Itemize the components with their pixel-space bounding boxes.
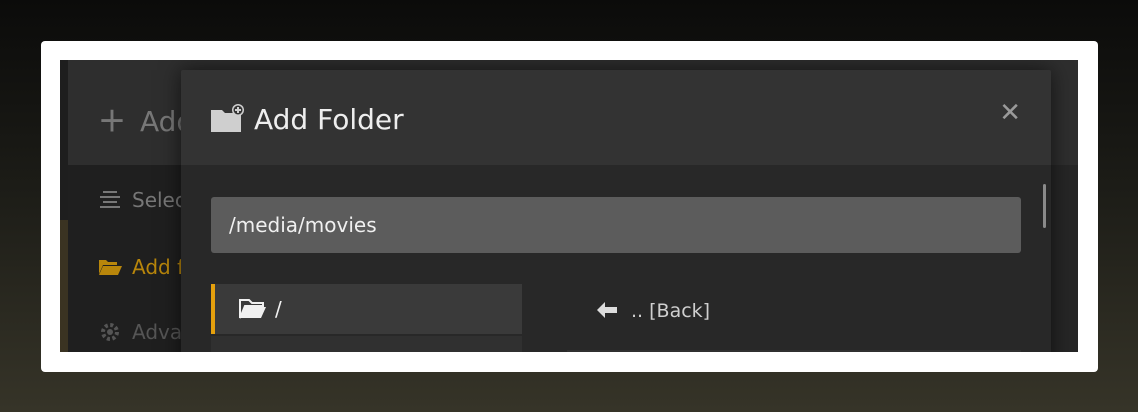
directory-label: /	[275, 297, 282, 321]
folder-plus-icon	[211, 104, 245, 134]
arrow-left-icon	[597, 299, 619, 323]
subdirectory-list: .. [Back]	[567, 284, 1021, 352]
sidebar-item-select[interactable]: Selec	[98, 188, 186, 212]
close-icon[interactable]: ✕	[999, 100, 1021, 126]
folder-path-input[interactable]	[211, 197, 1021, 253]
folder-open-icon	[239, 299, 266, 319]
app-screen: ＋ Add Selec Add f Adva Add Folder ✕ /med…	[60, 60, 1078, 352]
add-folder-modal: Add Folder ✕ / .. [Back]	[181, 70, 1051, 352]
background-artwork-strip	[60, 220, 68, 352]
gear-icon	[98, 322, 122, 342]
sidebar-item-advanced[interactable]: Adva	[98, 320, 182, 344]
plus-icon: ＋	[98, 105, 127, 138]
scrollbar[interactable]	[1043, 184, 1046, 228]
list-item[interactable]	[211, 336, 522, 352]
modal-title: Add Folder	[254, 103, 404, 136]
directory-list: /	[211, 284, 522, 352]
sidebar-item-label: Selec	[132, 188, 186, 212]
back-label: .. [Back]	[631, 300, 711, 322]
list-item[interactable]	[567, 350, 1021, 352]
sidebar-item-add-folder[interactable]: Add f	[98, 255, 184, 279]
align-center-icon	[98, 191, 122, 209]
sidebar-item-label: Adva	[132, 320, 183, 344]
background-dialog-title: ＋ Add	[98, 100, 194, 140]
back-button[interactable]: .. [Back]	[567, 284, 1021, 338]
modal-header: Add Folder ✕	[181, 70, 1051, 165]
list-item[interactable]: /	[211, 284, 522, 334]
sidebar-item-label: Add f	[132, 255, 185, 279]
folder-open-icon	[98, 258, 122, 276]
